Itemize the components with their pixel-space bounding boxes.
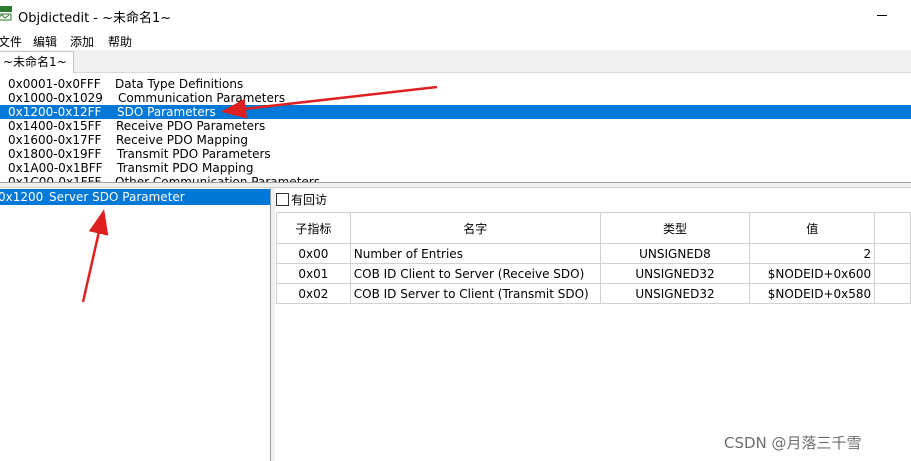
range-item-data-types[interactable]: 0x0001-0x0FFF Data Type Definitions	[0, 77, 911, 91]
range-item-other-communication[interactable]: 0x1C00-0x1FFF Other Communication Parame…	[0, 175, 911, 183]
range-code: 0x1400-0x15FF	[8, 119, 102, 133]
range-name: Communication Parameters	[118, 91, 286, 105]
cell-type[interactable]: UNSIGNED32	[599, 283, 751, 304]
range-code: 0x1800-0x19FF	[8, 147, 102, 161]
window-title: Objdictedit - ~未命名1~	[18, 11, 172, 26]
range-item-transmit-pdo-params[interactable]: 0x1800-0x19FF Transmit PDO Parameters	[0, 147, 911, 161]
index-item-server-sdo[interactable]: 0x1200 Server SDO Parameter	[0, 189, 270, 205]
index-code: 0x1200	[0, 190, 44, 204]
subindex-grid: 子指标 名字 类型 值 0x00 Number of Entries UNSIG…	[276, 212, 911, 304]
range-item-receive-pdo-mapping[interactable]: 0x1600-0x17FF Receive PDO Mapping	[0, 133, 911, 147]
cell-value[interactable]: 2	[749, 243, 876, 264]
table-row[interactable]: 0x00 Number of Entries UNSIGNED8 2	[276, 243, 911, 264]
detail-panel: 有回访 子指标 名字 类型 值 0x00 Number of Entries U…	[275, 188, 911, 461]
range-item-communication[interactable]: 0x1000-0x1029 Communication Parameters	[0, 91, 911, 105]
range-name: Data Type Definitions	[115, 77, 244, 91]
index-range-list[interactable]: 0x0001-0x0FFF Data Type Definitions 0x10…	[0, 74, 911, 183]
range-code: 0x1600-0x17FF	[8, 133, 102, 147]
app-icon	[0, 6, 12, 21]
header-subindex[interactable]: 子指标	[276, 212, 351, 244]
range-item-receive-pdo-params[interactable]: 0x1400-0x15FF Receive PDO Parameters	[0, 119, 911, 133]
cell-subindex[interactable]: 0x01	[276, 263, 351, 284]
range-name: Other Communication Parameters	[115, 175, 320, 183]
menu-bar: 文件 编辑 添加 帮助	[0, 31, 911, 50]
minimize-button[interactable]	[872, 8, 892, 22]
cell-filler	[874, 263, 911, 284]
range-name: Receive PDO Mapping	[116, 133, 249, 147]
document-tab[interactable]: ~未命名1~	[0, 51, 74, 73]
cell-value[interactable]: $NODEID+0x580	[749, 283, 876, 304]
menu-add[interactable]: 添加	[70, 33, 94, 50]
range-name: Receive PDO Parameters	[116, 119, 266, 133]
cell-name[interactable]: COB ID Client to Server (Receive SDO)	[349, 263, 601, 284]
menu-file[interactable]: 文件	[0, 33, 22, 50]
range-item-sdo[interactable]: 0x1200-0x12FF SDO Parameters	[0, 105, 911, 119]
cell-filler	[874, 283, 911, 304]
grid-header-row: 子指标 名字 类型 值	[276, 212, 911, 244]
cell-name[interactable]: Number of Entries	[349, 243, 601, 264]
header-type[interactable]: 类型	[599, 212, 751, 244]
range-name: SDO Parameters	[117, 105, 216, 119]
cell-type[interactable]: UNSIGNED8	[599, 243, 751, 264]
range-name: Transmit PDO Parameters	[117, 147, 271, 161]
header-value[interactable]: 值	[749, 212, 876, 244]
document-tabstrip: ~未命名1~	[0, 50, 911, 73]
range-code: 0x1A00-0x1BFF	[8, 161, 103, 175]
cell-filler	[874, 243, 911, 264]
cell-subindex[interactable]: 0x02	[276, 283, 351, 304]
header-name[interactable]: 名字	[349, 212, 601, 244]
callback-label: 有回访	[291, 193, 328, 207]
index-name: Server SDO Parameter	[49, 190, 185, 204]
range-code: 0x0001-0x0FFF	[8, 77, 101, 91]
callback-checkbox[interactable]	[276, 193, 289, 206]
menu-edit[interactable]: 编辑	[33, 33, 57, 50]
cell-name[interactable]: COB ID Server to Client (Transmit SDO)	[349, 283, 601, 304]
range-name: Transmit PDO Mapping	[117, 161, 254, 175]
cell-subindex[interactable]: 0x00	[276, 243, 351, 264]
range-code: 0x1000-0x1029	[8, 91, 103, 105]
cell-type[interactable]: UNSIGNED32	[599, 263, 751, 284]
header-filler	[874, 212, 911, 244]
menu-help[interactable]: 帮助	[108, 33, 132, 50]
title-bar: Objdictedit - ~未命名1~	[0, 0, 911, 31]
range-code: 0x1200-0x12FF	[8, 105, 102, 119]
index-list[interactable]: 0x1200 Server SDO Parameter	[0, 188, 271, 461]
watermark: CSDN @月落三千雪	[724, 434, 862, 452]
range-code: 0x1C00-0x1FFF	[8, 175, 102, 183]
range-item-transmit-pdo-mapping[interactable]: 0x1A00-0x1BFF Transmit PDO Mapping	[0, 161, 911, 175]
cell-value[interactable]: $NODEID+0x600	[749, 263, 876, 284]
table-row[interactable]: 0x01 COB ID Client to Server (Receive SD…	[276, 263, 911, 284]
table-row[interactable]: 0x02 COB ID Server to Client (Transmit S…	[276, 283, 911, 304]
